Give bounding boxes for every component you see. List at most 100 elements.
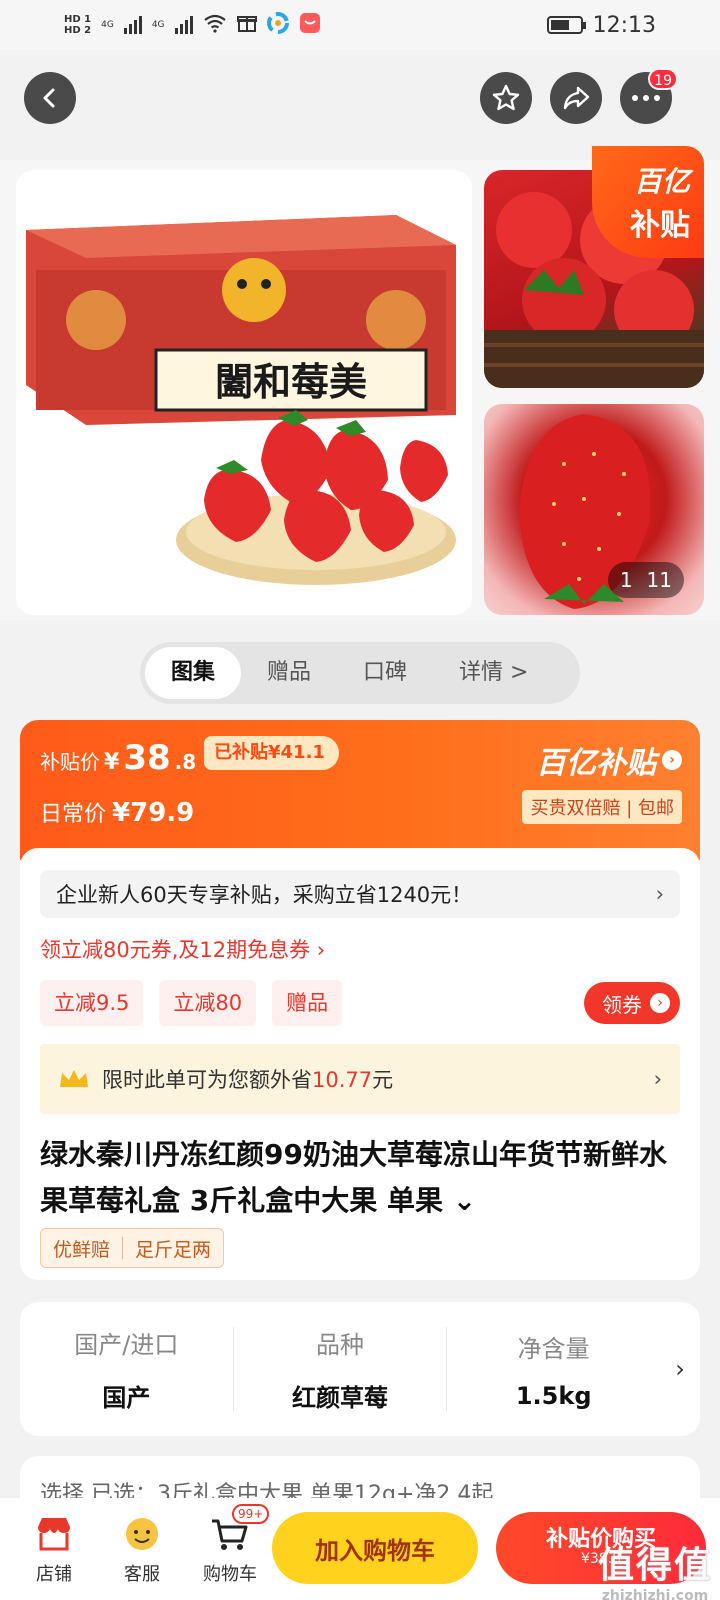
- share-icon: [563, 86, 590, 110]
- customer-service-button[interactable]: 客服: [98, 1512, 186, 1586]
- product-title[interactable]: 绿水秦川丹冻红颜99奶油大草莓凉山年货节新鲜水果草莓礼盒 3斤礼盒中大果 单果 …: [40, 1132, 680, 1224]
- store-icon: [10, 1512, 98, 1556]
- subsidy-price-decimal: .8: [174, 750, 197, 774]
- subsidized-amount-tag: 已补贴¥41.1: [204, 736, 339, 770]
- cart-count-badge: 99+: [232, 1504, 270, 1524]
- coupon-link[interactable]: 领立减80元券,及12期免息券 ›: [40, 934, 325, 964]
- promo-chip[interactable]: 赠品: [272, 980, 343, 1026]
- promo-chips: 立减9.5 立减80 赠品: [40, 980, 343, 1026]
- chevron-right-icon: ›: [653, 1067, 662, 1091]
- currency-symbol: ¥: [104, 750, 120, 775]
- site-watermark: 值得值 zhizhizhi.com: [598, 1536, 712, 1600]
- brand-label: 百亿补贴: [536, 746, 656, 781]
- notification-badge: 19: [648, 68, 678, 90]
- tab-gifts[interactable]: 赠品: [241, 647, 337, 699]
- main-product-image[interactable]: 闔和莓美: [16, 170, 472, 615]
- share-button[interactable]: [550, 72, 602, 124]
- strawberry-gift-box-illustration: 闔和莓美: [26, 215, 456, 585]
- app-logo-icon: [266, 12, 289, 38]
- watermark-logo: 值得值: [597, 1545, 712, 1586]
- favorite-button[interactable]: [480, 72, 532, 124]
- service-label: 客服: [124, 1564, 160, 1585]
- extra-saving-bar[interactable]: 限时此单可为您额外省10.77元 ›: [40, 1044, 680, 1114]
- signal1-icon: [123, 16, 142, 34]
- shopping-app-icon: [299, 12, 321, 38]
- attribute-key: 净含量: [517, 1334, 590, 1363]
- attribute-net-weight: 净含量 1.5kg: [447, 1329, 660, 1410]
- box-label: 闔和莓美: [215, 359, 367, 404]
- page-current: 1: [619, 568, 633, 592]
- cart-label: 购物车: [203, 1564, 257, 1585]
- saving-suffix: 元: [372, 1068, 394, 1092]
- gift-icon: [236, 13, 257, 37]
- promo-chip[interactable]: 立减80: [159, 980, 257, 1026]
- regular-price-label: 日常价: [40, 802, 107, 827]
- subsidy-price: 补贴价 ¥ 38 .8: [40, 738, 196, 778]
- signal2-icon: [174, 16, 193, 34]
- chevron-left-icon: [43, 88, 55, 108]
- wifi-icon: [203, 13, 227, 37]
- page-indicator: 1 11: [607, 562, 684, 598]
- guarantee-tags[interactable]: 优鲜赔 足斤足两: [40, 1228, 225, 1268]
- corner-line1: 百亿: [633, 165, 690, 198]
- saving-text: 限时此单可为您额外省10.77元: [102, 1064, 393, 1094]
- more-icon: [632, 95, 660, 101]
- saving-prefix: 限时此单可为您额外省: [102, 1068, 312, 1092]
- customer-service-icon: [98, 1512, 186, 1556]
- attributes-card[interactable]: 国产/进口 国产 品种 红颜草莓 净含量 1.5kg ›: [20, 1302, 700, 1436]
- add-to-cart-button[interactable]: 加入购物车: [272, 1512, 478, 1584]
- chevron-right-icon: ›: [675, 1355, 685, 1383]
- attribute-value: 红颜草莓: [292, 1384, 388, 1412]
- status-bar: HD 1 HD 2 4G 4G 12:13: [0, 0, 720, 50]
- guarantee-tag: 优鲜赔: [53, 1238, 111, 1261]
- crown-icon: [60, 1070, 88, 1087]
- subsidy-price-integer: 38: [123, 738, 171, 778]
- chevron-right-icon: ›: [650, 993, 670, 1013]
- more-button[interactable]: 19: [620, 68, 678, 124]
- star-icon: [492, 84, 520, 111]
- saving-amount: 10.77: [312, 1068, 373, 1092]
- regular-price: 日常价 ¥79.9: [40, 796, 194, 828]
- product-info-card: 企业新人60天专享补贴，采购立省1240元！ › 领立减80元券,及12期免息券…: [20, 848, 700, 1280]
- store-label: 店铺: [36, 1564, 72, 1585]
- tab-gallery[interactable]: 图集: [145, 647, 242, 699]
- attribute-variety: 品种 红颜草莓: [234, 1325, 447, 1413]
- attribute-key: 国产/进口: [74, 1331, 179, 1359]
- hd2-label: HD 2: [64, 25, 92, 36]
- attribute-origin: 国产/进口 国产: [20, 1325, 233, 1413]
- new-user-text: 企业新人60天专享补贴，采购立省1240元！: [56, 883, 473, 907]
- subsidy-price-label: 补贴价: [40, 750, 100, 774]
- tab-details[interactable]: 详情 >: [433, 647, 554, 699]
- clock: 12:13: [592, 12, 656, 38]
- new-user-subsidy-bar[interactable]: 企业新人60天专享补贴，采购立省1240元！ ›: [40, 870, 680, 918]
- get-coupon-label: 领券: [602, 992, 642, 1017]
- top-nav: 19: [0, 68, 720, 126]
- promo-chip[interactable]: 立减9.5: [40, 980, 144, 1026]
- battery-icon: [546, 16, 586, 34]
- hd1-label: HD 1: [64, 14, 92, 25]
- guarantee-tag: 足斤足两: [135, 1238, 212, 1261]
- cart-button[interactable]: 99+ 购物车: [186, 1504, 274, 1586]
- store-button[interactable]: 店铺: [10, 1512, 98, 1586]
- tab-reviews[interactable]: 口碑: [337, 647, 433, 699]
- attribute-value: 国产: [102, 1384, 151, 1412]
- page-total: 11: [646, 568, 672, 592]
- chevron-right-icon: ›: [662, 750, 682, 770]
- subsidy-brand[interactable]: 百亿补贴 › 买贵双倍赔 | 包邮: [522, 738, 682, 824]
- status-icons: HD 1 HD 2 4G 4G: [64, 12, 321, 38]
- get-coupon-button[interactable]: 领券 ›: [584, 982, 680, 1024]
- brand-title: 百亿补贴 ›: [522, 738, 682, 782]
- back-button[interactable]: [24, 72, 76, 124]
- attribute-value: 1.5kg: [515, 1381, 592, 1410]
- status-right: 12:13: [546, 12, 656, 38]
- corner-line2: 补贴: [630, 208, 690, 243]
- regular-price-value: ¥79.9: [112, 798, 195, 828]
- gallery-tabs: 图集 赠品 口碑 详情 >: [140, 642, 580, 704]
- network2-label: 4G: [151, 20, 165, 30]
- watermark-url: zhizhizhi.com: [601, 1588, 709, 1600]
- price-card: 补贴价 ¥ 38 .8 已补贴¥41.1 日常价 ¥79.9 百亿补贴 › 买贵…: [20, 720, 700, 860]
- chevron-right-icon: ›: [655, 882, 664, 906]
- network1-label: 4G: [101, 20, 114, 30]
- brand-guarantee: 买贵双倍赔 | 包邮: [522, 790, 682, 824]
- subsidy-corner-badge: 百亿 补贴: [592, 146, 704, 258]
